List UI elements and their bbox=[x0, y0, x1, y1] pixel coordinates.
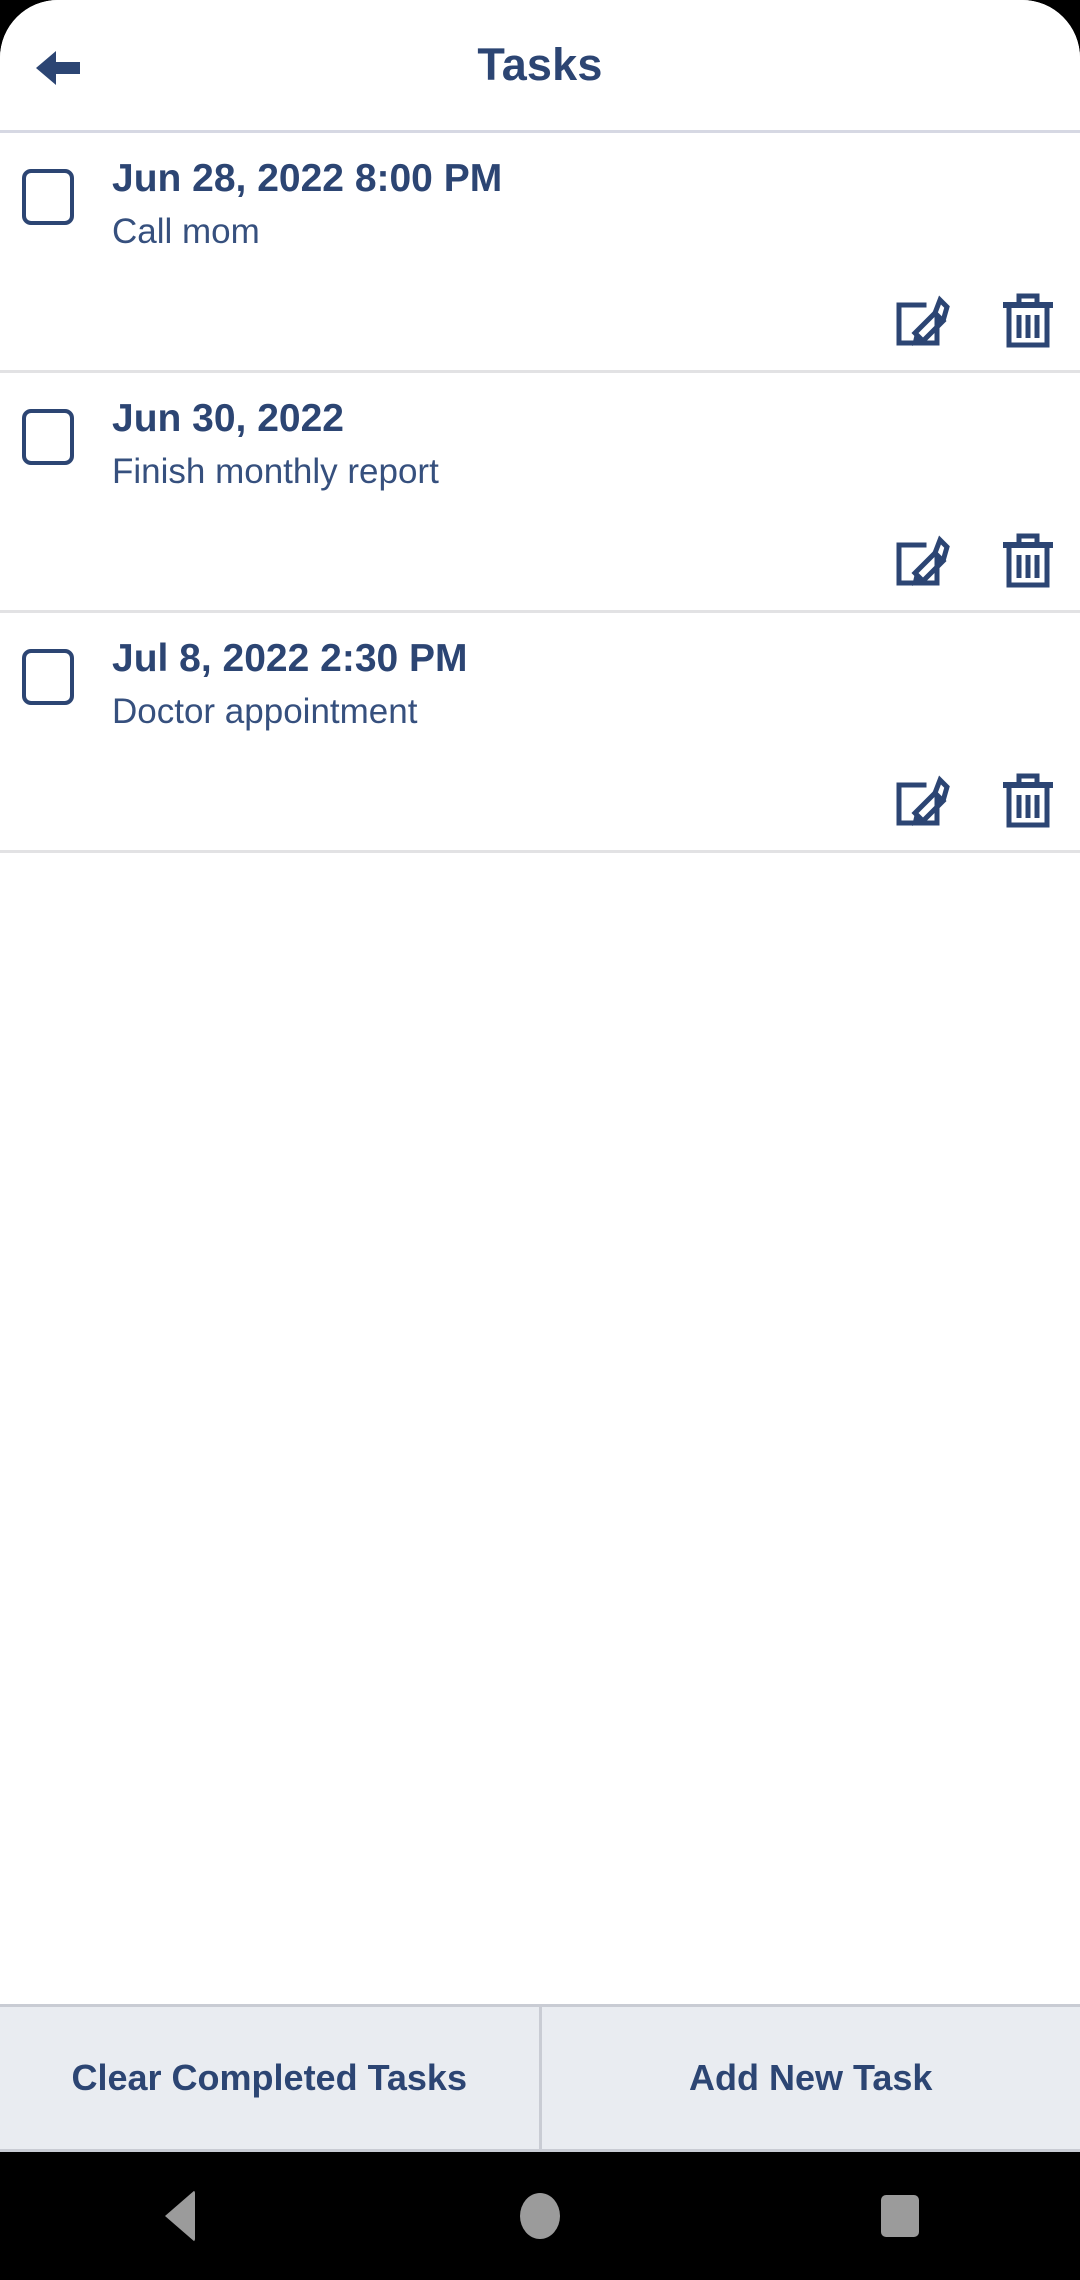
task-title: Finish monthly report bbox=[112, 451, 439, 491]
nav-home-button[interactable] bbox=[460, 2152, 620, 2280]
nav-recents-button[interactable] bbox=[820, 2152, 980, 2280]
task-checkbox[interactable] bbox=[22, 169, 74, 225]
task-actions bbox=[886, 764, 1064, 836]
trash-icon bbox=[1000, 531, 1056, 589]
task-list: Jun 28, 2022 8:00 PM Call mom Jun 30, 20… bbox=[0, 133, 1080, 2004]
task-row[interactable]: Jun 30, 2022 Finish monthly report bbox=[0, 373, 1080, 613]
edit-task-button[interactable] bbox=[886, 284, 958, 356]
app-bar: Tasks bbox=[0, 0, 1080, 133]
task-title: Call mom bbox=[112, 211, 260, 251]
android-nav-bar bbox=[0, 2152, 1080, 2280]
task-row[interactable]: Jul 8, 2022 2:30 PM Doctor appointment bbox=[0, 613, 1080, 853]
page-title: Tasks bbox=[477, 39, 603, 90]
task-date: Jul 8, 2022 2:30 PM bbox=[112, 637, 468, 680]
bottom-action-bar: Clear Completed Tasks Add New Task bbox=[0, 2004, 1080, 2152]
nav-home-circle-icon bbox=[520, 2193, 560, 2239]
task-text-group: Jul 8, 2022 2:30 PM Doctor appointment bbox=[112, 635, 960, 734]
delete-task-button[interactable] bbox=[992, 524, 1064, 596]
edit-pencil-icon bbox=[893, 291, 951, 349]
trash-icon bbox=[1000, 291, 1056, 349]
app-surface: Tasks Jun 28, 2022 8:00 PM Call mom Jun … bbox=[0, 0, 1080, 2152]
edit-pencil-icon bbox=[893, 531, 951, 589]
clear-completed-tasks-button[interactable]: Clear Completed Tasks bbox=[0, 2007, 542, 2149]
task-text-group: Jun 28, 2022 8:00 PM Call mom bbox=[112, 155, 960, 254]
edit-task-button[interactable] bbox=[886, 524, 958, 596]
task-date: Jun 30, 2022 bbox=[112, 397, 344, 440]
edit-task-button[interactable] bbox=[886, 764, 958, 836]
task-date: Jun 28, 2022 8:00 PM bbox=[112, 157, 503, 200]
delete-task-button[interactable] bbox=[992, 764, 1064, 836]
edit-pencil-icon bbox=[893, 771, 951, 829]
delete-task-button[interactable] bbox=[992, 284, 1064, 356]
task-actions bbox=[886, 524, 1064, 596]
trash-icon bbox=[1000, 771, 1056, 829]
task-checkbox[interactable] bbox=[22, 409, 74, 465]
task-actions bbox=[886, 284, 1064, 356]
add-new-task-button[interactable]: Add New Task bbox=[541, 2007, 1080, 2149]
nav-recents-square-icon bbox=[881, 2195, 919, 2237]
task-text-group: Jun 30, 2022 Finish monthly report bbox=[112, 395, 960, 494]
task-row[interactable]: Jun 28, 2022 8:00 PM Call mom bbox=[0, 133, 1080, 373]
nav-back-button[interactable] bbox=[100, 2152, 260, 2280]
nav-back-triangle-icon bbox=[165, 2190, 195, 2242]
phone-screen: Tasks Jun 28, 2022 8:00 PM Call mom Jun … bbox=[0, 0, 1080, 2280]
task-title: Doctor appointment bbox=[112, 691, 418, 731]
task-checkbox[interactable] bbox=[22, 649, 74, 705]
